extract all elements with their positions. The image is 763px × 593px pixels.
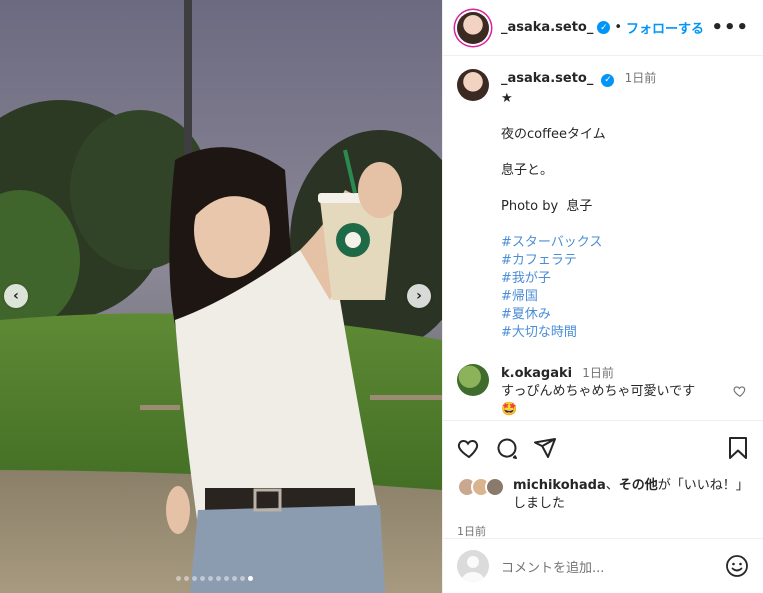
- carousel-next-button[interactable]: ›: [407, 284, 431, 308]
- post-side-panel: _asaka.seto_ ✓ • フォローする ••• _asaka.seto_…: [442, 0, 763, 593]
- post-header: _asaka.seto_ ✓ • フォローする •••: [443, 0, 763, 56]
- share-icon[interactable]: [533, 436, 557, 460]
- emoji-icon[interactable]: [725, 554, 749, 578]
- heart-icon[interactable]: [733, 384, 747, 398]
- carousel-dot: [208, 576, 213, 581]
- comments-section[interactable]: _asaka.seto_ ✓ 1日前 ★ 夜のcoffeeタイム 息子と。 Ph…: [443, 57, 763, 419]
- post-actions: michikohada、その他が「いいね！」しました 1日前: [443, 420, 763, 539]
- post-photo: ‹ ›: [0, 0, 442, 593]
- carousel-dot: [224, 576, 229, 581]
- caption-line: 息子と。: [501, 163, 554, 178]
- caption-line: [501, 180, 656, 198]
- viewer-avatar: [457, 550, 489, 582]
- caption-line: [501, 216, 656, 234]
- comment-input[interactable]: コメントを追加...: [501, 557, 725, 576]
- post-modal: ‹ › _asaka.seto_ ✓ • フォローする ••• _asaka.s…: [0, 0, 763, 593]
- verified-icon: ✓: [597, 21, 611, 34]
- carousel-dot: [200, 576, 205, 581]
- hashtag-link[interactable]: #スターバックス: [501, 234, 656, 252]
- liker-avatar: [485, 477, 505, 497]
- carousel-dot: [192, 576, 197, 581]
- hashtag-link[interactable]: #夏休み: [501, 306, 656, 324]
- caption-avatar[interactable]: [457, 69, 489, 101]
- liker-avatars: [457, 477, 513, 499]
- carousel-dots: [176, 576, 253, 581]
- hashtag-link[interactable]: #我が子: [501, 270, 656, 288]
- liker-username[interactable]: michikohada: [513, 478, 606, 493]
- header-separator: •: [614, 20, 623, 35]
- hashtag-link[interactable]: #大切な時間: [501, 324, 656, 342]
- caption-line: ★: [501, 91, 513, 106]
- hashtag-link[interactable]: #帰国: [501, 288, 656, 306]
- author-avatar[interactable]: [457, 11, 489, 44]
- likes-others-link[interactable]: その他: [619, 478, 658, 493]
- hashtag-link[interactable]: #カフェラテ: [501, 252, 656, 270]
- carousel-dot: [232, 576, 237, 581]
- follow-button[interactable]: フォローする: [626, 18, 704, 37]
- comment-text: すっぴんめちゃめちゃ可愛いです: [501, 384, 696, 399]
- carousel-dot: [184, 576, 189, 581]
- caption-line: Photo by 息子: [501, 199, 593, 214]
- caption-username[interactable]: _asaka.seto_: [501, 71, 593, 86]
- caption-time[interactable]: 1日前: [625, 71, 657, 85]
- caption-line: [501, 108, 656, 126]
- carousel-dot: [248, 576, 253, 581]
- likes-summary: michikohada、その他が「いいね！」しました: [457, 477, 749, 513]
- likes-connector: 、: [605, 478, 619, 493]
- carousel-dot: [216, 576, 221, 581]
- more-icon[interactable]: •••: [711, 17, 749, 38]
- commenter-username[interactable]: k.okagaki: [501, 366, 572, 381]
- user-icon: [462, 556, 484, 582]
- add-comment-bar: コメントを追加...: [443, 538, 763, 593]
- commenter-avatar[interactable]: [457, 364, 489, 396]
- author-username[interactable]: _asaka.seto_: [501, 20, 593, 35]
- comment-emoji: 🤩: [501, 402, 518, 417]
- post-time[interactable]: 1日前: [457, 523, 749, 539]
- verified-icon: ✓: [601, 73, 615, 87]
- comment-time[interactable]: 1日前: [582, 366, 614, 380]
- caption: _asaka.seto_ ✓ 1日前 ★ 夜のcoffeeタイム 息子と。 Ph…: [457, 69, 749, 342]
- comment-item: k.okagaki 1日前 すっぴんめちゃめちゃ可愛いです 🤩: [457, 364, 749, 419]
- carousel-prev-button[interactable]: ‹: [4, 284, 28, 308]
- caption-text: ★ 夜のcoffeeタイム 息子と。 Photo by 息子 #スターバックス …: [501, 90, 656, 342]
- comment-icon[interactable]: [495, 436, 519, 460]
- carousel-dot: [240, 576, 245, 581]
- bookmark-icon[interactable]: [727, 436, 749, 460]
- photo-image: [0, 0, 442, 593]
- carousel-dot: [176, 576, 181, 581]
- caption-line: [501, 144, 656, 162]
- caption-line: 夜のcoffeeタイム: [501, 127, 606, 142]
- heart-icon[interactable]: [457, 436, 481, 460]
